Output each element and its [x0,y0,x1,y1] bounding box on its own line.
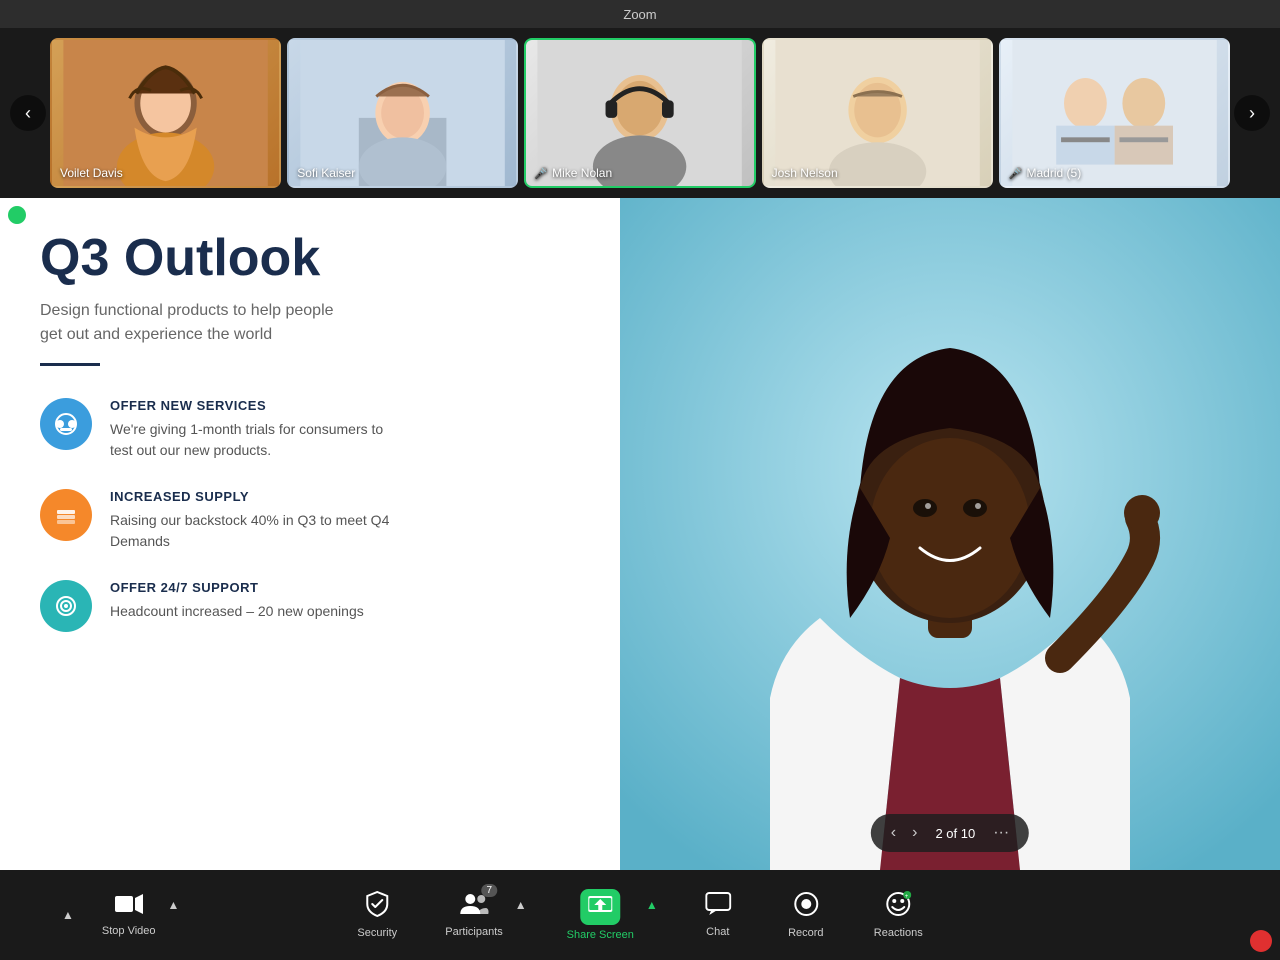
chat-icon [705,892,731,922]
record-icon [793,891,819,923]
share-screen-button[interactable]: Share Screen [557,881,644,949]
reactions-icon: + [885,891,911,923]
slide-more-button[interactable]: ··· [987,820,1015,846]
participant-strip: ‹ Voilet Davis Sofi Kaiser [0,28,1280,198]
green-status-dot [8,206,26,224]
reactions-label: Reactions [874,927,923,939]
slide-item-2: INCREASED SUPPLY Raising our backstock 4… [40,489,580,552]
security-button[interactable]: Security [347,883,407,947]
red-indicator [1250,930,1272,952]
slide-next-button[interactable]: › [906,820,923,846]
slide-icon-services [40,398,92,450]
toolbar-left: ▲ Stop Video ▲ [60,885,181,945]
record-label: Record [788,927,823,939]
participant-name-voilet: Voilet Davis [60,166,123,180]
slide-icon-supply [40,489,92,541]
expand-arrow-button[interactable]: ▲ [60,906,76,924]
participant-tile-josh[interactable]: Josh Nelson [762,38,993,188]
participant-tile-voilet[interactable]: Voilet Davis [50,38,281,188]
mic-off-indicator-madrid: 🎤 [1009,167,1023,180]
participants-group: 7 Participants ▲ [435,884,528,946]
participant-tile-madrid[interactable]: 🎤 Madrid (5) [999,38,1230,188]
share-chevron-button[interactable]: ▲ [644,896,660,914]
share-screen-group: Share Screen ▲ [557,881,660,949]
slide-item-3: OFFER 24/7 SUPPORT Headcount increased –… [40,580,580,632]
participants-icon: 7 [459,892,489,922]
slide-prev-button[interactable]: ‹ [885,820,902,846]
mic-off-indicator-mike: 🎤 [534,167,548,180]
participant-name-josh: Josh Nelson [772,166,838,180]
share-screen-label: Share Screen [567,929,634,941]
participants-chevron-button[interactable]: ▲ [513,896,529,914]
svg-text:+: + [905,894,909,900]
participant-tile-sofi[interactable]: Sofi Kaiser [287,38,518,188]
toolbar-center: Security 7 Participants ▲ [347,881,932,949]
security-icon [365,891,389,923]
record-button[interactable]: Record [776,883,836,947]
app-title: Zoom [623,7,656,22]
participants-label: Participants [445,926,502,938]
slide-controls: ‹ › 2 of 10 ··· [871,814,1029,852]
slide-item-3-heading: OFFER 24/7 SUPPORT [110,580,364,595]
slide-item-1-body: We're giving 1-month trials for consumer… [110,419,390,461]
share-screen-icon [580,889,620,925]
slide-page-indicator: 2 of 10 [927,826,983,841]
slide-item-3-body: Headcount increased – 20 new openings [110,601,364,622]
slide-item-1: OFFER NEW SERVICES We're giving 1-month … [40,398,580,461]
slide-item-1-text: OFFER NEW SERVICES We're giving 1-month … [110,398,390,461]
slide-icon-support [40,580,92,632]
chat-button[interactable]: Chat [688,884,748,946]
slide-item-3-text: OFFER 24/7 SUPPORT Headcount increased –… [110,580,364,622]
slide-content: Q3 Outlook Design functional products to… [0,198,620,870]
slide-item-1-heading: OFFER NEW SERVICES [110,398,390,413]
chat-label: Chat [706,926,729,938]
slide-panel: Q3 Outlook Design functional products to… [0,198,620,870]
participants-count-badge: 7 [481,884,497,897]
slide-item-2-text: INCREASED SUPPLY Raising our backstock 4… [110,489,390,552]
participant-name-mike: 🎤 Mike Nolan [534,166,612,180]
participant-tile-mike[interactable]: 🎤 Mike Nolan [524,38,755,188]
slide-divider [40,363,100,366]
strip-next-button[interactable]: › [1234,95,1270,131]
video-panel: ‹ › 2 of 10 ··· [620,198,1280,870]
main-area: Q3 Outlook Design functional products to… [0,198,1280,870]
participants-button[interactable]: 7 Participants [435,884,512,946]
reactions-button[interactable]: + Reactions [864,883,933,947]
stop-video-button[interactable]: Stop Video [92,885,166,945]
security-label: Security [357,927,397,939]
stop-video-group: Stop Video ▲ [92,885,182,945]
presenter-video [620,198,1280,870]
stop-video-label: Stop Video [102,925,156,937]
video-icon [115,893,143,921]
slide-title: Q3 Outlook [40,230,580,287]
slide-item-2-body: Raising our backstock 40% in Q3 to meet … [110,510,390,552]
title-bar: Zoom [0,0,1280,28]
toolbar: ▲ Stop Video ▲ [0,870,1280,960]
strip-prev-button[interactable]: ‹ [10,95,46,131]
slide-item-2-heading: INCREASED SUPPLY [110,489,390,504]
participant-name-sofi: Sofi Kaiser [297,166,355,180]
slide-subtitle: Design functional products to help peopl… [40,299,360,347]
participant-name-madrid: 🎤 Madrid (5) [1009,166,1081,180]
video-chevron-button[interactable]: ▲ [166,896,182,914]
